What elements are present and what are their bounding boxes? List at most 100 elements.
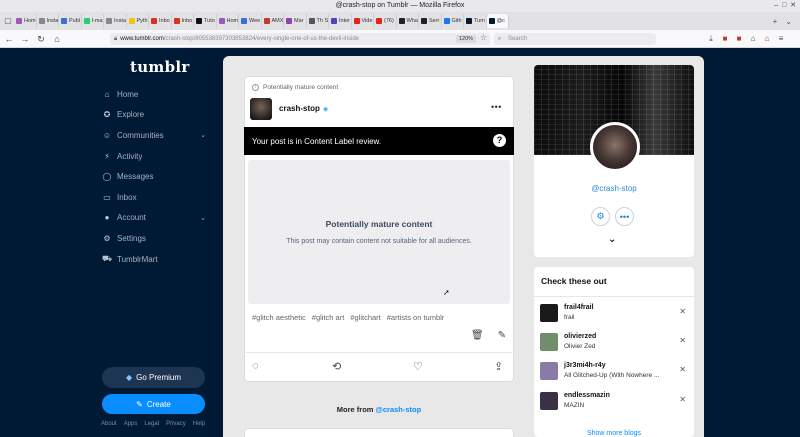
like-icon[interactable]: ♡ xyxy=(413,360,423,373)
sidebar-item-account[interactable]: ● Account ⌄ xyxy=(100,208,210,229)
more-options-icon[interactable]: ••• xyxy=(491,102,502,112)
search-input[interactable]: ⌕ Search xyxy=(494,33,656,45)
post-tag[interactable]: #glitch art xyxy=(312,313,345,322)
browser-tab[interactable]: Th Sc xyxy=(307,14,329,28)
back-icon[interactable]: ← xyxy=(2,32,16,46)
downloads-icon[interactable]: ⤓ xyxy=(706,33,716,44)
zoom-indicator[interactable]: 120% xyxy=(456,35,477,43)
recommended-blog-avatar[interactable] xyxy=(540,362,558,380)
extension-icon[interactable]: ■ xyxy=(720,33,730,44)
sidebar-item-explore[interactable]: ✪ Explore xyxy=(100,105,210,126)
create-button[interactable]: ✎ Create xyxy=(102,394,205,414)
dismiss-icon[interactable]: ✕ xyxy=(679,307,686,316)
recommended-blog[interactable]: frail4frail frail ✕ xyxy=(540,302,690,324)
extension-icon[interactable]: ⌂ xyxy=(748,33,758,44)
help-icon[interactable]: ? xyxy=(493,134,506,147)
extension-icon[interactable]: ⌂ xyxy=(762,33,772,44)
browser-tab[interactable]: @c xyxy=(486,14,509,28)
blog-more-icon[interactable]: ••• xyxy=(615,207,634,226)
recommended-blog[interactable]: endlessmazin MAZIN ✕ xyxy=(540,390,690,412)
browser-tab[interactable]: Gith xyxy=(442,14,464,28)
reblog-icon[interactable]: ⟲ xyxy=(332,360,341,373)
bookmark-star-icon[interactable]: ☆ xyxy=(480,33,487,42)
window-controls[interactable]: – □ ✕ xyxy=(774,0,796,12)
footer-link[interactable]: About xyxy=(101,421,117,427)
show-more-blogs-link[interactable]: Show more blogs xyxy=(534,430,694,437)
recommended-blog-avatar[interactable] xyxy=(540,304,558,322)
sidebar-item-inbox[interactable]: ▭ Inbox xyxy=(100,187,210,208)
browser-tab[interactable]: Inter xyxy=(329,14,352,28)
post-tag[interactable]: #artists on tumblr xyxy=(387,313,445,322)
footer-link[interactable]: Legal xyxy=(144,421,159,427)
url-bar[interactable]: 🔒︎ www.tumblr.com /crash-stop/8055383973… xyxy=(110,33,490,45)
new-tab-icon[interactable]: + xyxy=(773,17,778,26)
dismiss-icon[interactable]: ✕ xyxy=(679,336,686,345)
more-from-blog-link[interactable]: @crash-stop xyxy=(376,405,422,414)
browser-tab[interactable]: Vide xyxy=(352,14,374,28)
dismiss-icon[interactable]: ✕ xyxy=(679,395,686,404)
footer-link[interactable]: Help xyxy=(193,421,205,427)
recommended-blog[interactable]: olivierzed Olivier Zed ✕ xyxy=(540,331,690,353)
recommended-blog-name[interactable]: olivierzed xyxy=(564,333,596,340)
sidebar-item-messages[interactable]: ◯ Messages xyxy=(100,166,210,187)
tumblr-logo[interactable]: tumblr xyxy=(130,58,190,76)
post-avatar[interactable] xyxy=(250,98,272,120)
chevron-down-icon[interactable]: ⌄ xyxy=(200,131,206,139)
browser-tab[interactable]: Hom xyxy=(217,14,239,28)
post-tag[interactable]: #glitchart xyxy=(350,313,380,322)
extension-icon[interactable]: ■ xyxy=(734,33,744,44)
sidebar-item-communities[interactable]: ☺ Communities ⌄ xyxy=(100,125,210,146)
browser-tab[interactable]: Inbo xyxy=(149,14,172,28)
browser-tab[interactable]: I-ma xyxy=(82,14,104,28)
browser-tab[interactable]: Wha xyxy=(397,14,419,28)
share-icon[interactable]: ⇪ xyxy=(494,360,503,373)
tab-list: Hom Install Publ I-ma Install Pyth Inbo Inbo Tut… xyxy=(14,14,509,28)
browser-tab[interactable]: Inbo xyxy=(172,14,194,28)
trash-icon[interactable]: 🗑︎ xyxy=(471,330,484,341)
browser-tab[interactable]: Install xyxy=(37,14,59,28)
recommended-blog-name[interactable]: j3r3mi4h-r4y xyxy=(564,362,606,369)
recommended-blog-avatar[interactable] xyxy=(540,392,558,410)
footer-link[interactable]: Privacy xyxy=(166,421,186,427)
recommended-blog[interactable]: j3r3mi4h-r4y All Glitched-Up (With Nowher… xyxy=(540,360,690,382)
blog-avatar[interactable] xyxy=(590,122,640,172)
sidebar-item-tumblrmart[interactable]: ⛟ TumblrMart xyxy=(100,249,210,270)
browser-tab[interactable]: AMX xyxy=(262,14,284,28)
chevron-down-icon[interactable]: ⌄ xyxy=(200,214,206,222)
recommended-blog-avatar[interactable] xyxy=(540,333,558,351)
browser-tab[interactable]: Mar xyxy=(284,14,307,28)
browser-tab[interactable]: Publ xyxy=(59,14,82,28)
app-menu-icon[interactable]: ≡ xyxy=(776,33,786,44)
edit-icon[interactable]: ✎ xyxy=(498,330,506,341)
blog-name-link[interactable]: @crash-stop xyxy=(534,184,694,193)
tab-list-icon[interactable]: ▢ xyxy=(2,15,14,27)
reply-icon[interactable]: ◌ xyxy=(252,360,259,372)
browser-tab[interactable]: (76) xyxy=(374,14,397,28)
forward-icon[interactable]: → xyxy=(18,32,32,46)
sidebar-item-home[interactable]: ⌂ Home xyxy=(100,84,210,105)
list-all-tabs-icon[interactable]: ⌄ xyxy=(785,17,792,26)
more-from-prefix: More from xyxy=(336,405,376,414)
url-path: /crash-stop/80553839730385382​4/every-si… xyxy=(163,36,360,42)
mature-content-cover[interactable] xyxy=(248,160,510,304)
browser-tab[interactable]: Pyth xyxy=(127,14,149,28)
browser-tab[interactable]: Tuto xyxy=(194,14,217,28)
browser-tab[interactable]: Install xyxy=(104,14,127,28)
post-tag[interactable]: #glitch aesthetic xyxy=(252,313,306,322)
reload-icon[interactable]: ↻ xyxy=(34,32,48,46)
post-username[interactable]: crash-stop ◈ xyxy=(279,104,328,113)
browser-tab[interactable]: Hom xyxy=(14,14,37,28)
browser-tab[interactable]: Serr xyxy=(419,14,442,28)
sidebar-item-activity[interactable]: ⚡ Activity xyxy=(100,146,210,167)
home-browser-icon[interactable]: ⌂ xyxy=(50,32,64,46)
sidebar-item-settings[interactable]: ⚙ Settings xyxy=(100,228,210,249)
footer-link[interactable]: Apps xyxy=(124,421,138,427)
blog-settings-gear-icon[interactable]: ⚙ xyxy=(591,207,610,226)
chevron-down-icon[interactable]: ⌄ xyxy=(608,234,616,245)
browser-tab[interactable]: Wee xyxy=(239,14,262,28)
browser-tab[interactable]: Tum xyxy=(464,14,487,28)
recommended-blog-name[interactable]: frail4frail xyxy=(564,304,594,311)
dismiss-icon[interactable]: ✕ xyxy=(679,365,686,374)
recommended-blog-name[interactable]: endlessmazin xyxy=(564,392,610,399)
go-premium-button[interactable]: ◆ Go Premium xyxy=(102,367,205,388)
